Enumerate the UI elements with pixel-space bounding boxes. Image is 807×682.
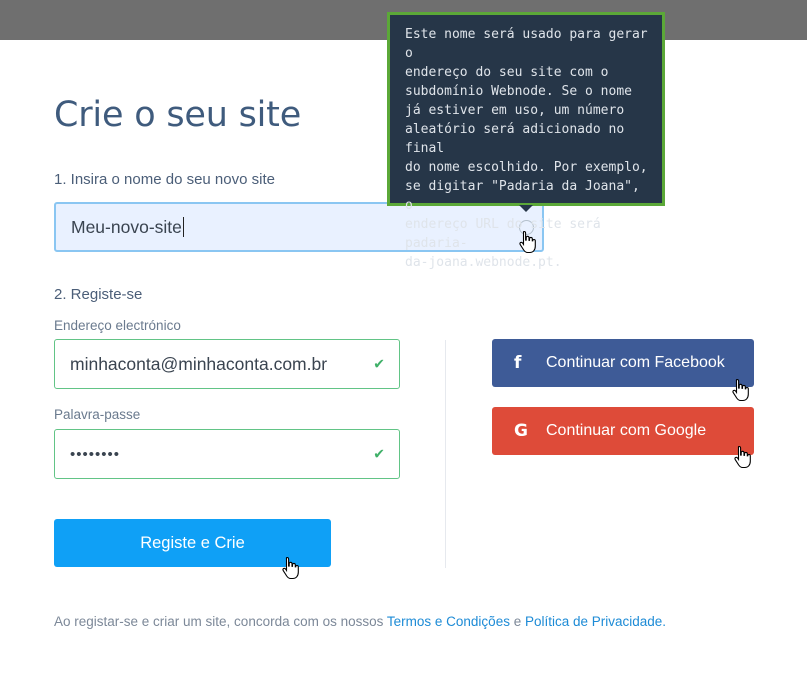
tooltip-line: subdomínio Webnode. Se o nome [405,84,632,99]
privacy-link[interactable]: Política de Privacidade. [525,614,666,629]
hand-cursor-icon [734,445,751,469]
email-value: minhaconta@minhaconta.com.br [70,353,328,374]
hand-cursor-icon [519,230,536,254]
facebook-icon: f [514,353,522,373]
terms-notice: Ao registar-se e criar um site, concorda… [54,614,666,629]
facebook-login-button[interactable]: f Continuar com Facebook [492,339,754,387]
step1-label: 1. Insira o nome do seu novo site [54,171,275,188]
site-name-tooltip: Este nome será usado para gerar o endere… [387,12,665,270]
tooltip-line: endereço do seu site com o [405,65,609,80]
google-login-button[interactable]: G Continuar com Google [492,407,754,455]
tooltip-arrow [519,205,533,212]
text-caret [182,217,184,237]
tooltip-line: Este nome será usado para gerar o [405,27,648,61]
register-create-label: Registe e Crie [140,533,245,552]
tooltip-line: aleatório será adicionado no final [405,122,625,156]
tooltip-line: da-joana.webnode.pt. [405,255,562,270]
terms-link[interactable]: Termos e Condições [387,614,510,629]
site-name-value: Meu-novo-site [71,216,182,237]
tooltip-line: do nome escolhido. Por exemplo, [405,160,648,175]
google-login-label: Continuar com Google [546,422,707,439]
facebook-login-label: Continuar com Facebook [546,354,725,371]
check-icon: ✔ [373,445,385,462]
password-label: Palavra-passe [54,407,141,422]
hand-cursor-icon [732,378,749,402]
password-value: •••••••• [70,445,121,463]
check-icon: ✔ [373,355,385,372]
step2-label: 2. Registe-se [54,286,143,303]
google-icon: G [514,421,528,441]
terms-prefix: Ao registar-se e criar um site, concorda… [54,614,387,629]
email-field[interactable]: minhaconta@minhaconta.com.br ✔ [54,339,400,389]
password-field[interactable]: •••••••• ✔ [54,429,400,479]
email-label: Endereço electrónico [54,318,181,333]
vertical-divider [445,340,446,568]
page-title: Crie o seu site [54,95,302,135]
terms-conjunction: e [509,614,525,629]
hand-cursor-icon [282,556,299,580]
tooltip-line: já estiver em uso, um número [405,103,625,118]
